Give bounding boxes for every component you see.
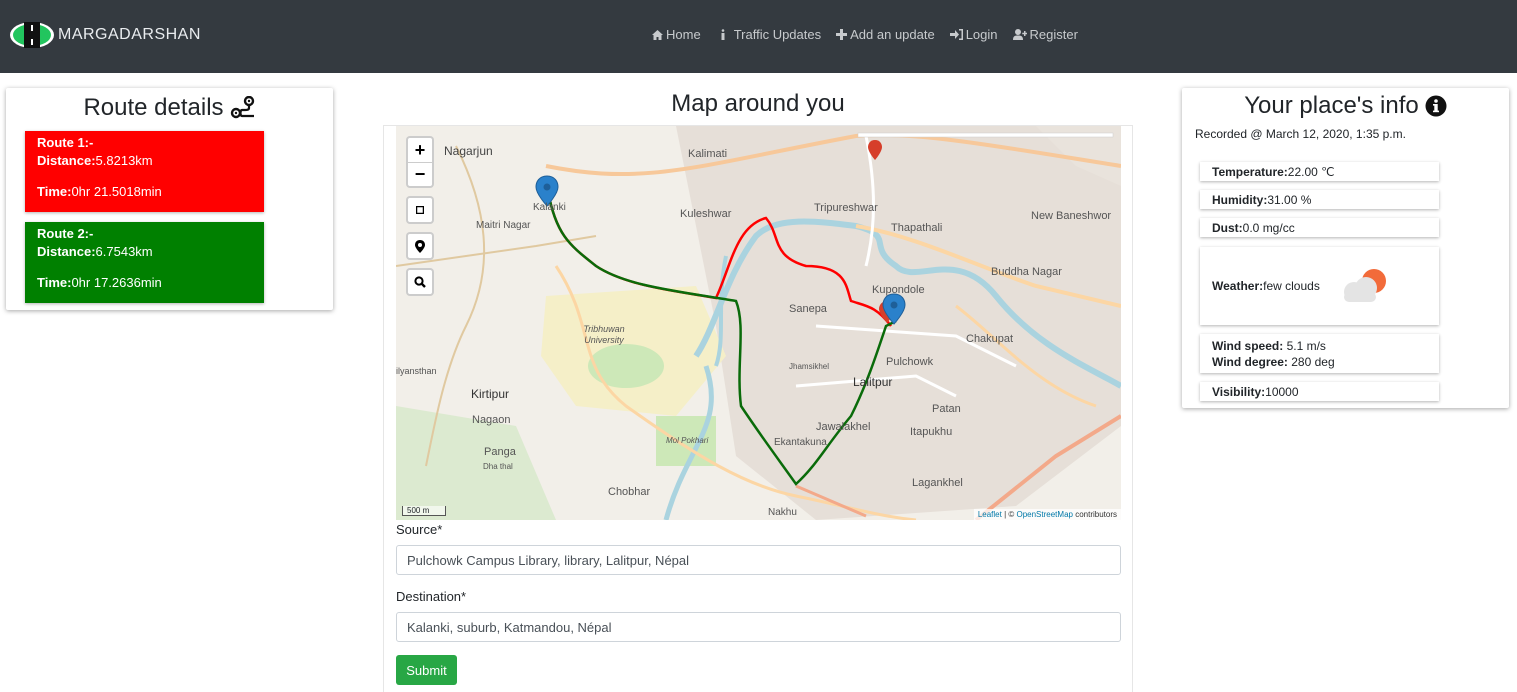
route-1-time: Time:0hr 21.5018min — [37, 184, 162, 199]
main-nav: Home Traffic Updates Add an update Login… — [652, 27, 1093, 42]
route-icon — [230, 96, 254, 119]
nav-home[interactable]: Home — [652, 27, 701, 42]
map-label: Kalimati — [688, 148, 728, 160]
weather-item: Weather: few clouds — [1200, 247, 1439, 325]
route-2-distance: Distance:6.7543km — [37, 244, 153, 259]
map-label: New Baneshwor — [1031, 210, 1112, 222]
map-label: Buddha Nagar — [991, 266, 1062, 278]
dust-item: Dust: 0.0 mg/cc — [1200, 218, 1439, 237]
map-controls: + − — [406, 136, 434, 296]
map-label: Chakupat — [966, 333, 1014, 345]
humidity-item: Humidity: 31.00 % — [1200, 190, 1439, 209]
map-label: Ekantakuna — [774, 437, 827, 448]
navbar: MARGADARSHAN Home Traffic Updates Add an… — [0, 0, 1517, 73]
map-label: Maitri Nagar — [476, 220, 531, 231]
locate-button[interactable] — [408, 234, 432, 258]
source-input[interactable] — [396, 545, 1121, 575]
few-clouds-icon — [1343, 269, 1386, 302]
brand[interactable]: MARGADARSHAN — [8, 20, 201, 50]
osm-link[interactable]: OpenStreetMap — [1016, 510, 1072, 519]
square-icon — [416, 206, 424, 214]
place-info-title: Your place's info — [1182, 92, 1509, 120]
route-details-title: Route details — [6, 94, 333, 122]
route-1-name: Route 1:- — [37, 135, 94, 150]
zoom-in-button[interactable]: + — [408, 138, 432, 162]
map-label: Kuleshwar — [680, 208, 732, 220]
recorded-time: Recorded @ March 12, 2020, 1:35 p.m. — [1195, 127, 1406, 141]
map-label: Panga — [484, 446, 516, 458]
map-label: Tribhuwan University — [583, 324, 625, 345]
map-label: Pulchowk — [886, 356, 934, 368]
map-label: Sanepa — [789, 303, 827, 315]
map-label: Mol Pokhari — [666, 436, 709, 445]
visibility-item: Visibility: 10000 — [1200, 382, 1439, 401]
map-label: Kupondole — [872, 284, 925, 296]
nav-login[interactable]: Login — [949, 27, 998, 42]
logo-icon — [10, 22, 54, 48]
map-label: Jawalakhel — [816, 421, 871, 433]
sign-in-icon — [949, 29, 963, 40]
map-canvas[interactable]: Nagarjun Kalimati Kalanki Kuleshwar Trip… — [396, 126, 1121, 520]
user-plus-icon — [1012, 29, 1027, 40]
wind-degree: Wind degree: 280 deg — [1212, 354, 1335, 369]
fullscreen-button[interactable] — [408, 198, 432, 222]
place-info-card: Your place's info Recorded @ March 12, 2… — [1182, 88, 1509, 408]
map-label: Jhamsikhel — [789, 362, 830, 371]
map-label: Patan — [932, 403, 961, 415]
source-label: Source* — [396, 522, 443, 537]
leaflet-link[interactable]: Leaflet — [978, 510, 1002, 519]
route-1-box[interactable]: Route 1:- Distance:5.8213km Time:0hr 21.… — [25, 131, 264, 212]
map-label: Nagarjun — [444, 144, 493, 158]
map-label: Nakhu — [768, 507, 797, 518]
route-2-box[interactable]: Route 2:- Distance:6.7543km Time:0hr 17.… — [25, 222, 264, 303]
map-label: Kirtipur — [471, 387, 510, 401]
temperature-item: Temperature: 22.00 ℃ — [1200, 162, 1439, 181]
map-label: Kalanki — [533, 202, 566, 213]
destination-label: Destination* — [396, 589, 467, 604]
fullscreen-control — [406, 196, 434, 224]
route-1-distance: Distance:5.8213km — [37, 153, 153, 168]
map-label: Lagankhel — [912, 477, 963, 489]
search-control — [406, 268, 434, 296]
zoom-out-button[interactable]: − — [408, 162, 432, 186]
locate-control — [406, 232, 434, 260]
submit-button[interactable]: Submit — [396, 655, 457, 685]
map-search-button[interactable] — [408, 270, 432, 294]
info-circle-icon — [1425, 95, 1447, 117]
map-labels: Nagarjun Kalimati Kalanki Kuleshwar Trip… — [396, 126, 1121, 520]
map-section: Nagarjun Kalimati Kalanki Kuleshwar Trip… — [383, 125, 1133, 692]
wind-speed: Wind speed: 5.1 m/s — [1212, 338, 1326, 353]
map-attribution: Leaflet | © OpenStreetMap contributors — [973, 509, 1121, 520]
info-icon — [721, 29, 725, 40]
route-details-card: Route details Route 1:- Distance:5.8213k… — [6, 88, 333, 310]
brand-name: MARGADARSHAN — [58, 26, 201, 43]
nav-traffic-updates[interactable]: Traffic Updates — [716, 27, 821, 42]
nav-add-update[interactable]: Add an update — [836, 27, 935, 42]
map-label: ilyansthan — [396, 366, 437, 376]
zoom-control: + − — [406, 136, 434, 188]
nav-register[interactable]: Register — [1012, 27, 1078, 42]
search-icon — [414, 276, 426, 288]
map-title: Map around you — [671, 90, 845, 117]
route-2-name: Route 2:- — [37, 226, 94, 241]
route-2-time: Time:0hr 17.2636min — [37, 275, 162, 290]
map-marker-icon — [415, 239, 425, 253]
map-label: Nagaon — [472, 414, 511, 426]
map-label: Lalitpur — [853, 375, 893, 389]
map-label: Chobhar — [608, 486, 651, 498]
destination-input[interactable] — [396, 612, 1121, 642]
plus-icon — [836, 29, 848, 40]
home-icon — [652, 29, 663, 40]
map-label: Tripureshwar — [814, 202, 878, 214]
map-label: Thapathali — [891, 222, 943, 234]
map-label: Dha thal — [483, 462, 513, 471]
wind-item: Wind speed: 5.1 m/s Wind degree: 280 deg — [1200, 334, 1439, 373]
map-label: Itapukhu — [910, 426, 953, 438]
map-scale: 500 m — [402, 506, 446, 516]
